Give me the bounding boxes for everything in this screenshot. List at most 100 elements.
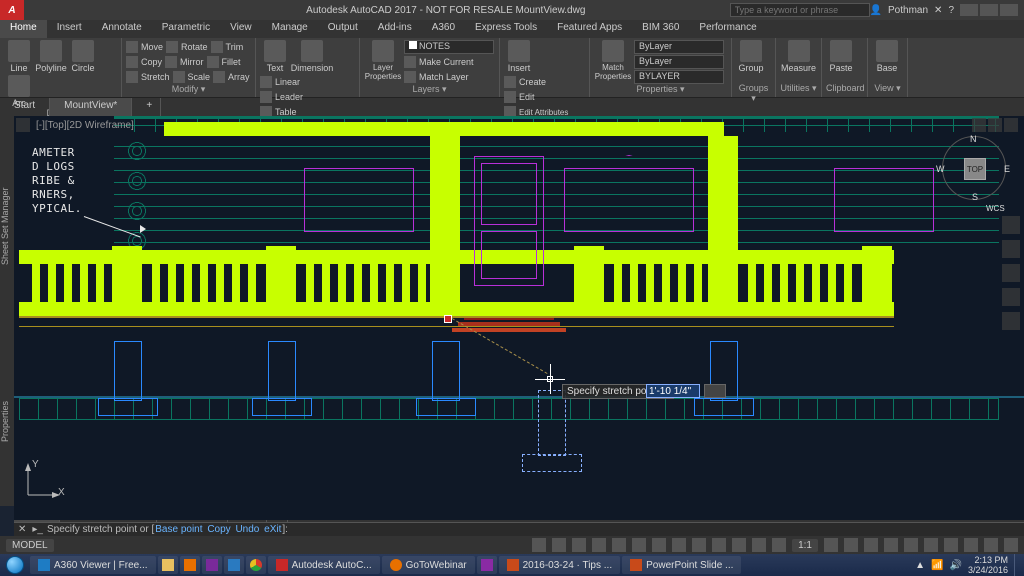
rotate-button[interactable]: Rotate [181,42,208,52]
paste-button[interactable]: Paste [826,40,856,73]
vp-min-icon[interactable] [972,118,986,132]
maximize-button[interactable] [980,4,998,16]
help-search-input[interactable] [730,3,870,17]
panel-view-label[interactable]: View ▾ [872,83,903,95]
circle-button[interactable]: Circle [68,40,98,73]
close-button[interactable] [1000,4,1018,16]
tab-insert[interactable]: Insert [47,20,92,38]
3dosnap-icon[interactable] [692,538,706,552]
cmdline-close-icon[interactable]: ✕ [18,524,32,535]
task-mail[interactable] [180,556,200,574]
orbit-icon[interactable] [1002,288,1020,306]
cleanscreen-icon[interactable] [984,538,998,552]
viewcube-wcs[interactable]: WCS [986,204,1005,213]
tab-addins[interactable]: Add-ins [368,20,422,38]
task-doc[interactable]: 2016-03-24 · Tips ... [499,556,621,574]
vp-label[interactable]: [-][Top][2D Wireframe] [32,120,134,131]
tab-a360[interactable]: A360 [422,20,465,38]
dynamic-input[interactable] [646,384,700,398]
infer-icon[interactable] [572,538,586,552]
tray-network-icon[interactable]: 📶 [931,560,943,571]
scale-button[interactable]: Scale [188,72,211,82]
palette-sheetset[interactable]: Sheet Set Manager [0,116,14,336]
palette-properties[interactable]: Properties [0,336,14,506]
new-icon[interactable] [32,3,46,17]
otrack-icon[interactable] [712,538,726,552]
task-autocad[interactable]: Autodesk AutoC... [268,556,380,574]
mirror-button[interactable]: Mirror [180,57,204,67]
system-clock[interactable]: 2:13 PM 3/24/2016 [968,555,1008,575]
task-ie[interactable]: A360 Viewer | Free... [30,556,156,574]
viewport[interactable]: [-][Top][2D Wireframe] TOP N S E W WCS [14,116,1024,536]
move-button[interactable]: Move [141,42,163,52]
wheel-icon[interactable] [1002,216,1020,234]
tab-parametric[interactable]: Parametric [152,20,220,38]
create-button[interactable]: Create [519,77,546,87]
cmdopt-copy[interactable]: Copy [206,524,231,535]
annoscale-icon[interactable] [824,538,838,552]
help-icon[interactable]: ? [948,5,954,16]
vp-close-icon[interactable] [1004,118,1018,132]
tab-output[interactable]: Output [318,20,368,38]
app-logo[interactable]: A [0,0,24,20]
panel-groups-label[interactable]: Groups ▾ [736,83,771,95]
layer-dropdown[interactable]: NOTES [404,40,494,54]
show-desktop-button[interactable] [1014,554,1020,576]
open-icon[interactable] [50,3,64,17]
edit-button[interactable]: Edit [519,92,535,102]
task-snip[interactable] [224,556,244,574]
transparency-icon[interactable] [752,538,766,552]
signin-icon[interactable]: 👤 [870,5,882,16]
viewcube-face-top[interactable]: TOP [964,158,986,180]
insert-button[interactable]: Insert [504,40,534,73]
quickprops-icon[interactable] [904,538,918,552]
lockui-icon[interactable] [924,538,938,552]
base-button[interactable]: Base [872,40,902,73]
task-gotowebinar[interactable]: GoToWebinar [382,556,475,574]
dynamic-lock-icon[interactable] [704,384,726,398]
fillet-button[interactable]: Fillet [222,57,241,67]
tab-express[interactable]: Express Tools [465,20,547,38]
viewcube-west[interactable]: W [936,164,945,174]
user-name[interactable]: Pothman [888,5,928,16]
cmdopt-basepoint[interactable]: Base point [154,524,203,535]
task-ppt[interactable]: PowerPoint Slide ... [622,556,741,574]
isolate-icon[interactable] [944,538,958,552]
tab-performance[interactable]: Performance [689,20,766,38]
polyline-button[interactable]: Polyline [36,40,66,73]
tab-featured[interactable]: Featured Apps [547,20,632,38]
measure-button[interactable]: Measure [780,40,817,73]
status-scale[interactable]: 1:1 [792,539,818,552]
customize-icon[interactable] [1004,538,1018,552]
task-onenote[interactable] [202,556,222,574]
text-button[interactable]: Text [260,40,290,73]
doc-tab-start[interactable]: Start [0,98,50,116]
tray-volume-icon[interactable]: 🔊 [950,560,962,571]
zoom-icon[interactable] [1002,264,1020,282]
tab-manage[interactable]: Manage [262,20,318,38]
task-chrome[interactable] [246,556,266,574]
hwaccel-icon[interactable] [964,538,978,552]
saveas-icon[interactable] [86,3,100,17]
panel-layers-label[interactable]: Layers ▾ [364,84,495,95]
selectioncycling-icon[interactable] [772,538,786,552]
panel-properties-label[interactable]: Properties ▾ [594,84,727,95]
pan-icon[interactable] [1002,240,1020,258]
command-line[interactable]: ✕ ▸_ Specify stretch point or [ Base poi… [14,522,1024,536]
grid-icon[interactable] [532,538,546,552]
tray-expand-icon[interactable]: ▲ [915,560,925,571]
redo-icon[interactable] [140,3,154,17]
panel-modify-label[interactable]: Modify ▾ [126,84,251,95]
isodraft-icon[interactable] [652,538,666,552]
makecurrent-button[interactable]: Make Current [419,57,474,67]
ortho-icon[interactable] [612,538,626,552]
vp-minus-icon[interactable] [16,118,30,132]
cmdopt-undo[interactable]: Undo [234,524,260,535]
matchlayer-button[interactable]: Match Layer [419,72,469,82]
trim-button[interactable]: Trim [226,42,244,52]
units-icon[interactable] [884,538,898,552]
tab-bim360[interactable]: BIM 360 [632,20,689,38]
ucs-icon[interactable]: Y X [22,461,62,501]
undo-icon[interactable] [122,3,136,17]
doc-tab-mountview[interactable]: MountView* [50,98,132,116]
